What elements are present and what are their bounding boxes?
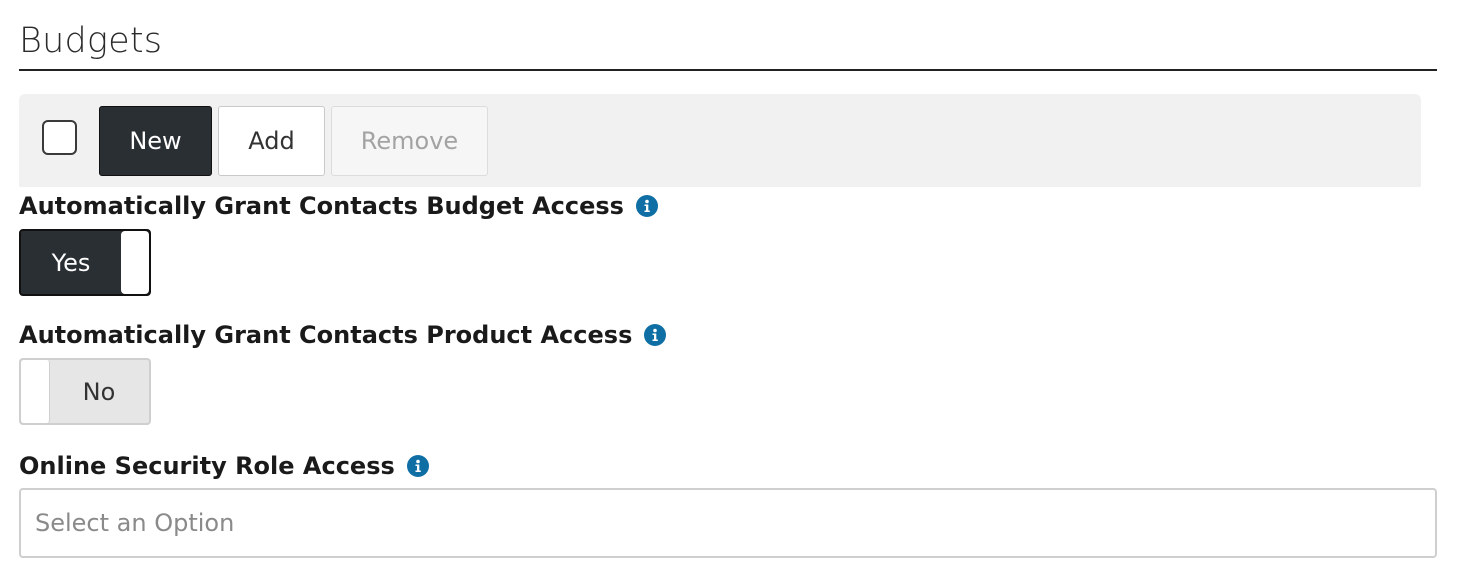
product-access-label: Automatically Grant Contacts Product Acc… (19, 321, 633, 349)
toggle-state-label: No (82, 377, 116, 406)
add-button[interactable]: Add (218, 106, 325, 176)
security-role-label: Online Security Role Access (19, 452, 395, 480)
budget-access-label: Automatically Grant Contacts Budget Acce… (19, 192, 624, 220)
info-icon[interactable] (406, 455, 429, 477)
new-button[interactable]: New (99, 106, 212, 176)
budget-access-label-row: Automatically Grant Contacts Budget Acce… (19, 192, 658, 220)
toggle-knob (21, 360, 50, 423)
security-role-label-row: Online Security Role Access (19, 452, 429, 480)
budgets-toolbar: New Add Remove (19, 94, 1421, 187)
product-access-toggle[interactable]: No (19, 358, 151, 425)
title-divider (19, 69, 1437, 71)
toggle-knob (121, 231, 149, 294)
info-icon[interactable] (635, 195, 658, 217)
product-access-label-row: Automatically Grant Contacts Product Acc… (19, 321, 667, 349)
toggle-state-label: Yes (51, 248, 91, 277)
section-title: Budgets (19, 21, 163, 61)
security-role-select[interactable]: Select an Option (19, 488, 1437, 558)
budget-access-toggle[interactable]: Yes (19, 229, 151, 296)
remove-button[interactable]: Remove (331, 106, 488, 176)
budgets-panel: Budgets New Add Remove Automatically Gra… (0, 0, 1458, 573)
info-icon[interactable] (644, 324, 667, 346)
select-placeholder: Select an Option (35, 509, 235, 537)
select-all-checkbox[interactable] (42, 120, 77, 155)
